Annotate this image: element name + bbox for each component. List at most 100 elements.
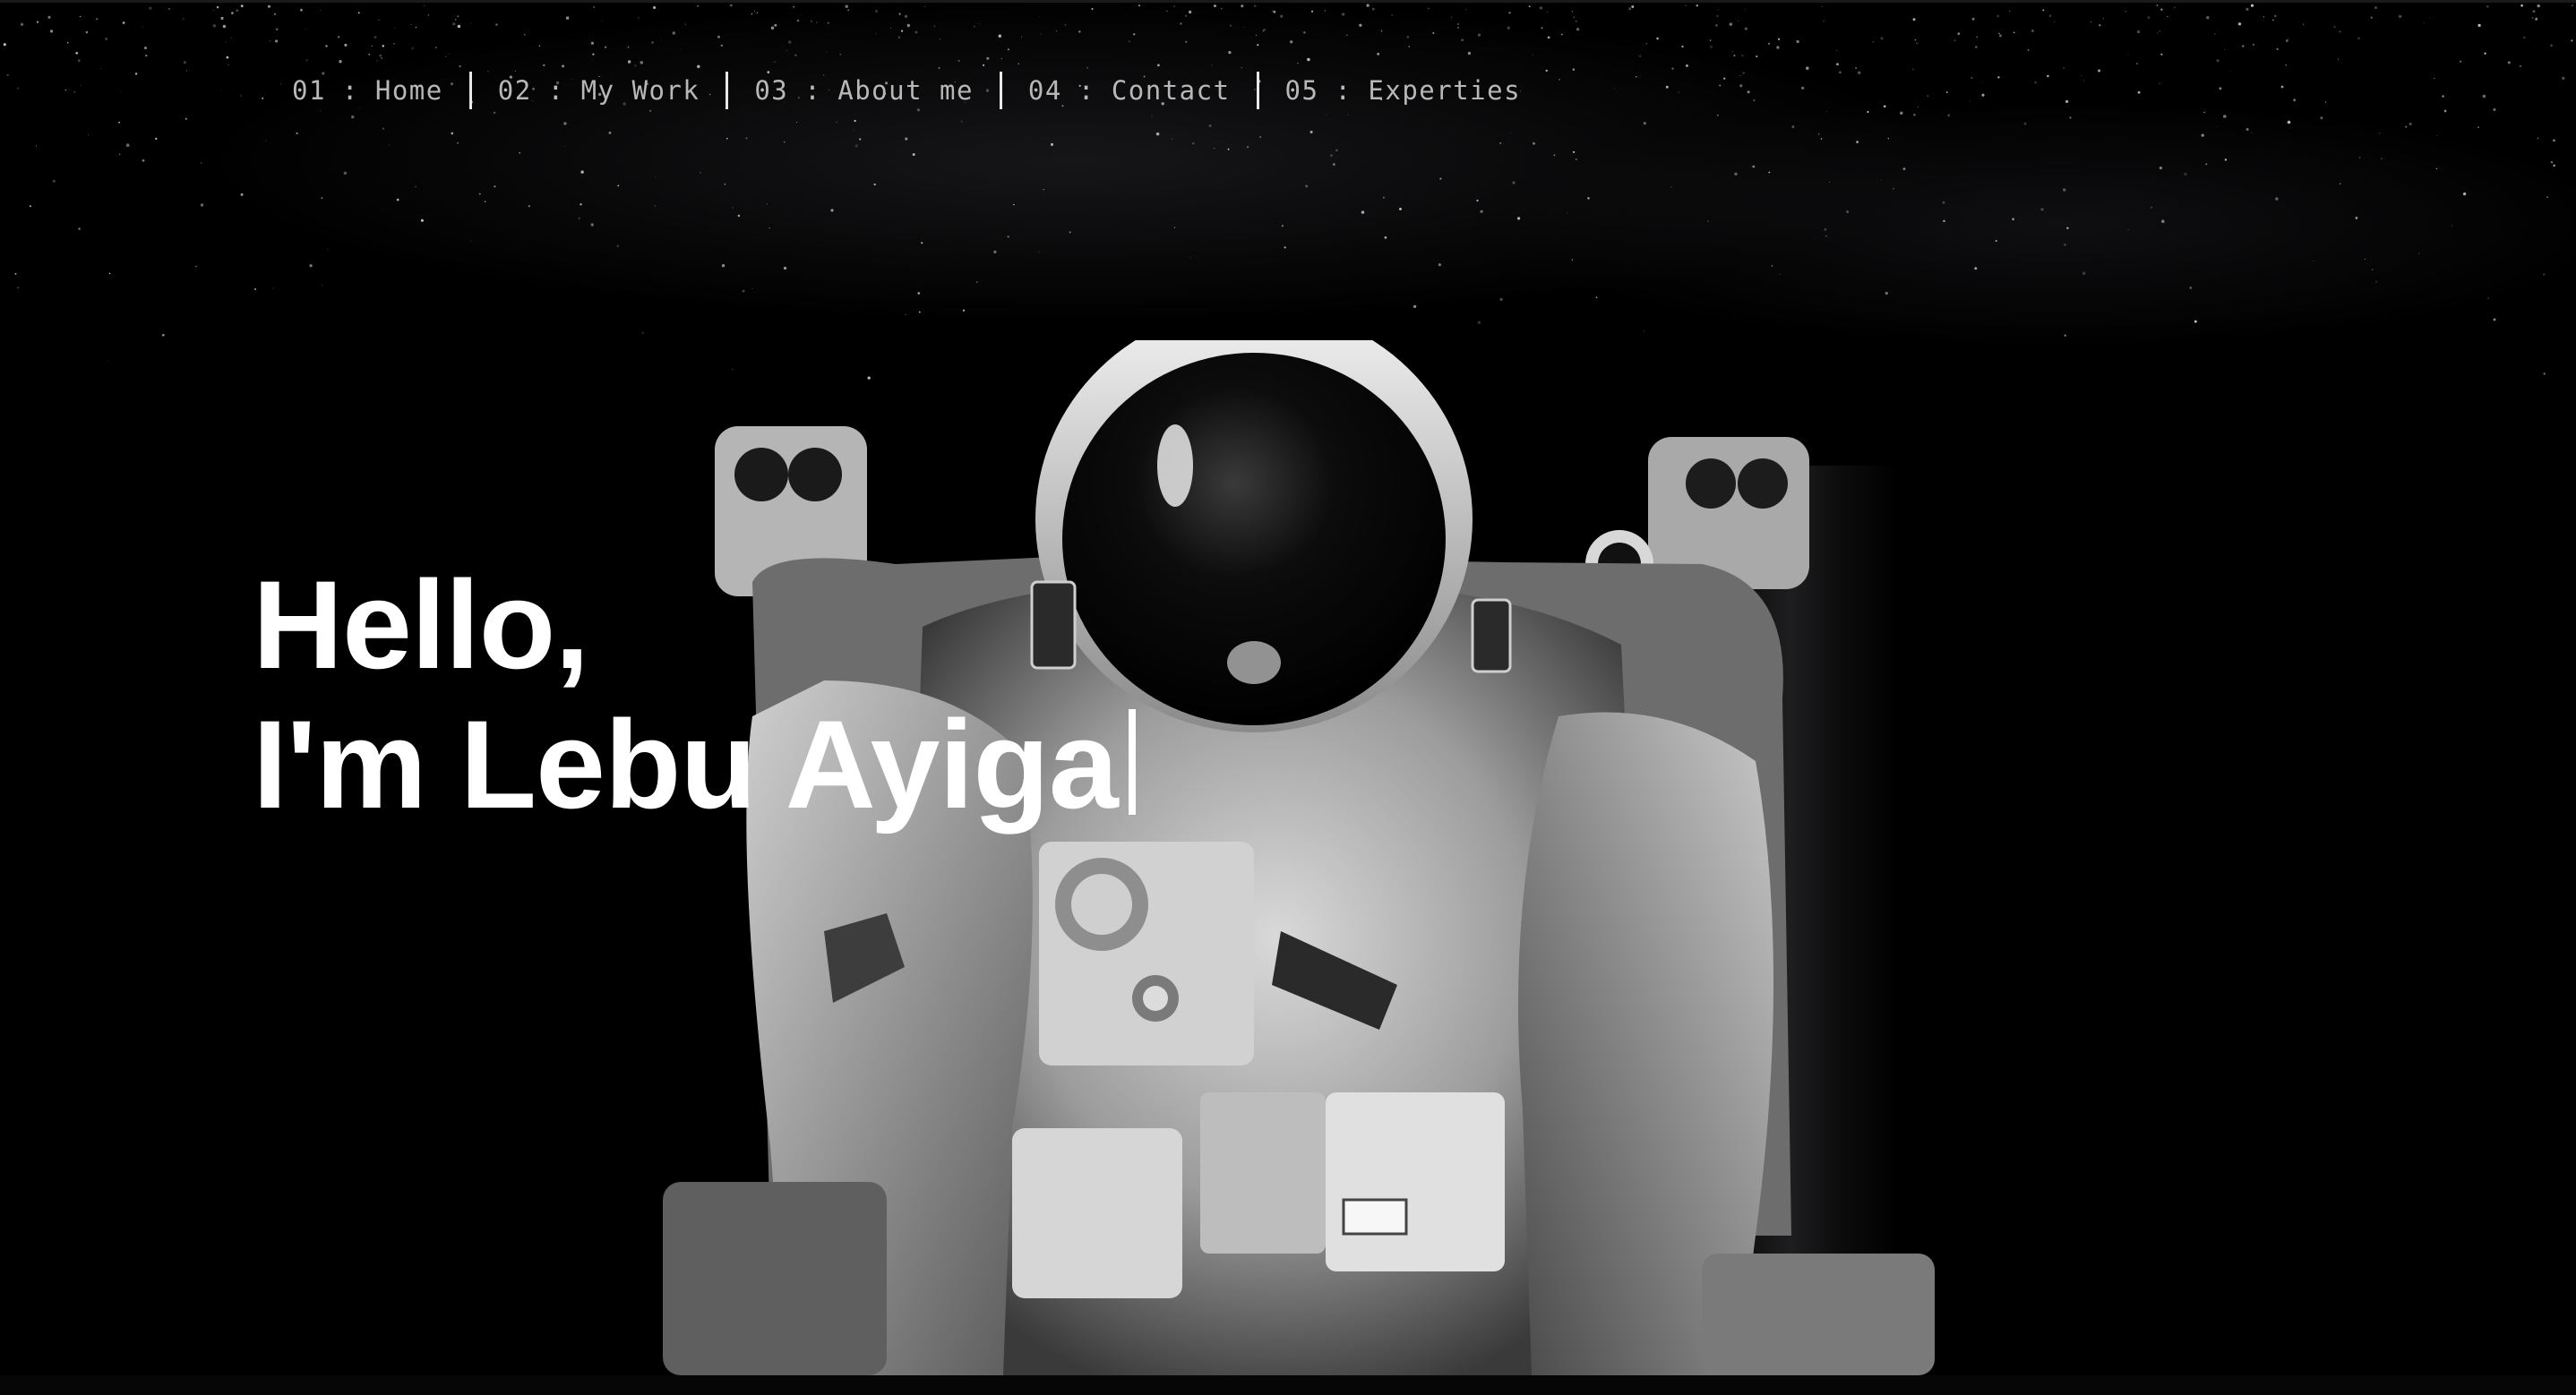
star bbox=[119, 153, 121, 156]
star bbox=[1257, 44, 1259, 47]
star bbox=[1528, 5, 1531, 8]
star bbox=[2398, 14, 2402, 19]
star bbox=[344, 43, 348, 47]
star bbox=[1547, 36, 1550, 39]
star bbox=[1050, 142, 1054, 146]
star bbox=[655, 176, 657, 178]
star bbox=[1451, 16, 1453, 18]
star bbox=[617, 184, 620, 187]
star bbox=[469, 240, 472, 242]
star bbox=[339, 60, 342, 64]
star bbox=[1185, 40, 1188, 43]
star bbox=[85, 30, 89, 34]
star bbox=[1628, 7, 1632, 11]
star bbox=[1345, 34, 1348, 37]
star bbox=[1325, 114, 1327, 116]
star bbox=[1310, 10, 1314, 13]
star bbox=[1595, 296, 1598, 299]
star bbox=[78, 227, 81, 230]
star bbox=[2102, 18, 2104, 20]
nav-item-label: Contact bbox=[1111, 75, 1231, 106]
star bbox=[1707, 101, 1709, 103]
star bbox=[1241, 4, 1244, 8]
star bbox=[2553, 139, 2555, 142]
star bbox=[2069, 116, 2072, 119]
star bbox=[321, 197, 323, 200]
star bbox=[1880, 37, 1884, 40]
nav-item-contact[interactable]: 04 : Contact bbox=[1028, 75, 1231, 106]
star bbox=[1040, 32, 1043, 35]
star bbox=[1342, 13, 1345, 16]
star bbox=[228, 64, 229, 66]
star bbox=[593, 6, 595, 8]
star bbox=[2435, 167, 2437, 170]
star bbox=[1547, 11, 1549, 13]
star bbox=[414, 185, 417, 188]
star bbox=[978, 22, 981, 25]
star bbox=[2550, 160, 2554, 164]
star bbox=[2136, 30, 2141, 34]
star bbox=[1753, 98, 1756, 102]
star bbox=[357, 12, 360, 14]
star bbox=[2245, 128, 2249, 131]
star bbox=[2418, 252, 2420, 254]
star bbox=[459, 65, 461, 68]
star bbox=[653, 6, 657, 9]
star bbox=[2081, 74, 2082, 76]
star bbox=[1371, 7, 1375, 11]
star bbox=[2205, 163, 2208, 166]
star bbox=[2203, 111, 2205, 114]
star bbox=[343, 171, 348, 175]
star bbox=[1208, 124, 1212, 127]
star bbox=[2156, 4, 2159, 6]
star bbox=[976, 281, 978, 283]
nav-item-label: About me bbox=[837, 75, 974, 106]
star bbox=[732, 207, 734, 209]
star bbox=[1572, 150, 1576, 154]
star bbox=[1366, 4, 1370, 7]
nav-item-my-work[interactable]: 02 : My Work bbox=[498, 75, 700, 106]
star bbox=[1377, 52, 1380, 56]
star bbox=[3, 43, 6, 47]
star bbox=[523, 33, 526, 36]
star bbox=[839, 53, 842, 56]
star bbox=[2484, 52, 2486, 55]
star bbox=[1138, 4, 1140, 7]
star bbox=[280, 82, 282, 84]
star bbox=[231, 12, 234, 14]
star bbox=[684, 23, 686, 25]
star bbox=[847, 9, 849, 12]
star bbox=[1587, 197, 1590, 200]
star bbox=[2293, 98, 2297, 102]
star bbox=[2161, 219, 2165, 223]
star bbox=[195, 265, 197, 268]
star bbox=[162, 334, 165, 337]
star bbox=[1887, 137, 1889, 140]
star bbox=[2042, 9, 2045, 12]
star bbox=[2275, 197, 2279, 201]
star bbox=[448, 53, 450, 55]
nav-item-number: 03 bbox=[754, 75, 789, 106]
nav-item-experties[interactable]: 05 : Experties bbox=[1285, 75, 1522, 106]
star bbox=[770, 26, 775, 30]
star bbox=[222, 24, 227, 29]
star bbox=[389, 144, 391, 146]
page: 01 : Home 02 : My Work 03 : About me 04 … bbox=[0, 0, 2576, 1395]
star bbox=[2553, 164, 2555, 167]
star bbox=[745, 137, 748, 140]
star bbox=[494, 185, 496, 188]
star bbox=[20, 22, 24, 26]
star bbox=[528, 205, 530, 208]
star bbox=[2040, 208, 2044, 211]
star bbox=[538, 45, 541, 47]
star bbox=[933, 25, 936, 28]
star bbox=[1945, 91, 1948, 94]
star bbox=[327, 249, 329, 251]
star bbox=[457, 24, 461, 29]
nav-item-home[interactable]: 01 : Home bbox=[292, 75, 443, 106]
star bbox=[2542, 273, 2546, 276]
star bbox=[2378, 132, 2381, 134]
star bbox=[337, 36, 340, 39]
nav-item-about-me[interactable]: 03 : About me bbox=[754, 75, 974, 106]
star bbox=[1575, 158, 1577, 161]
